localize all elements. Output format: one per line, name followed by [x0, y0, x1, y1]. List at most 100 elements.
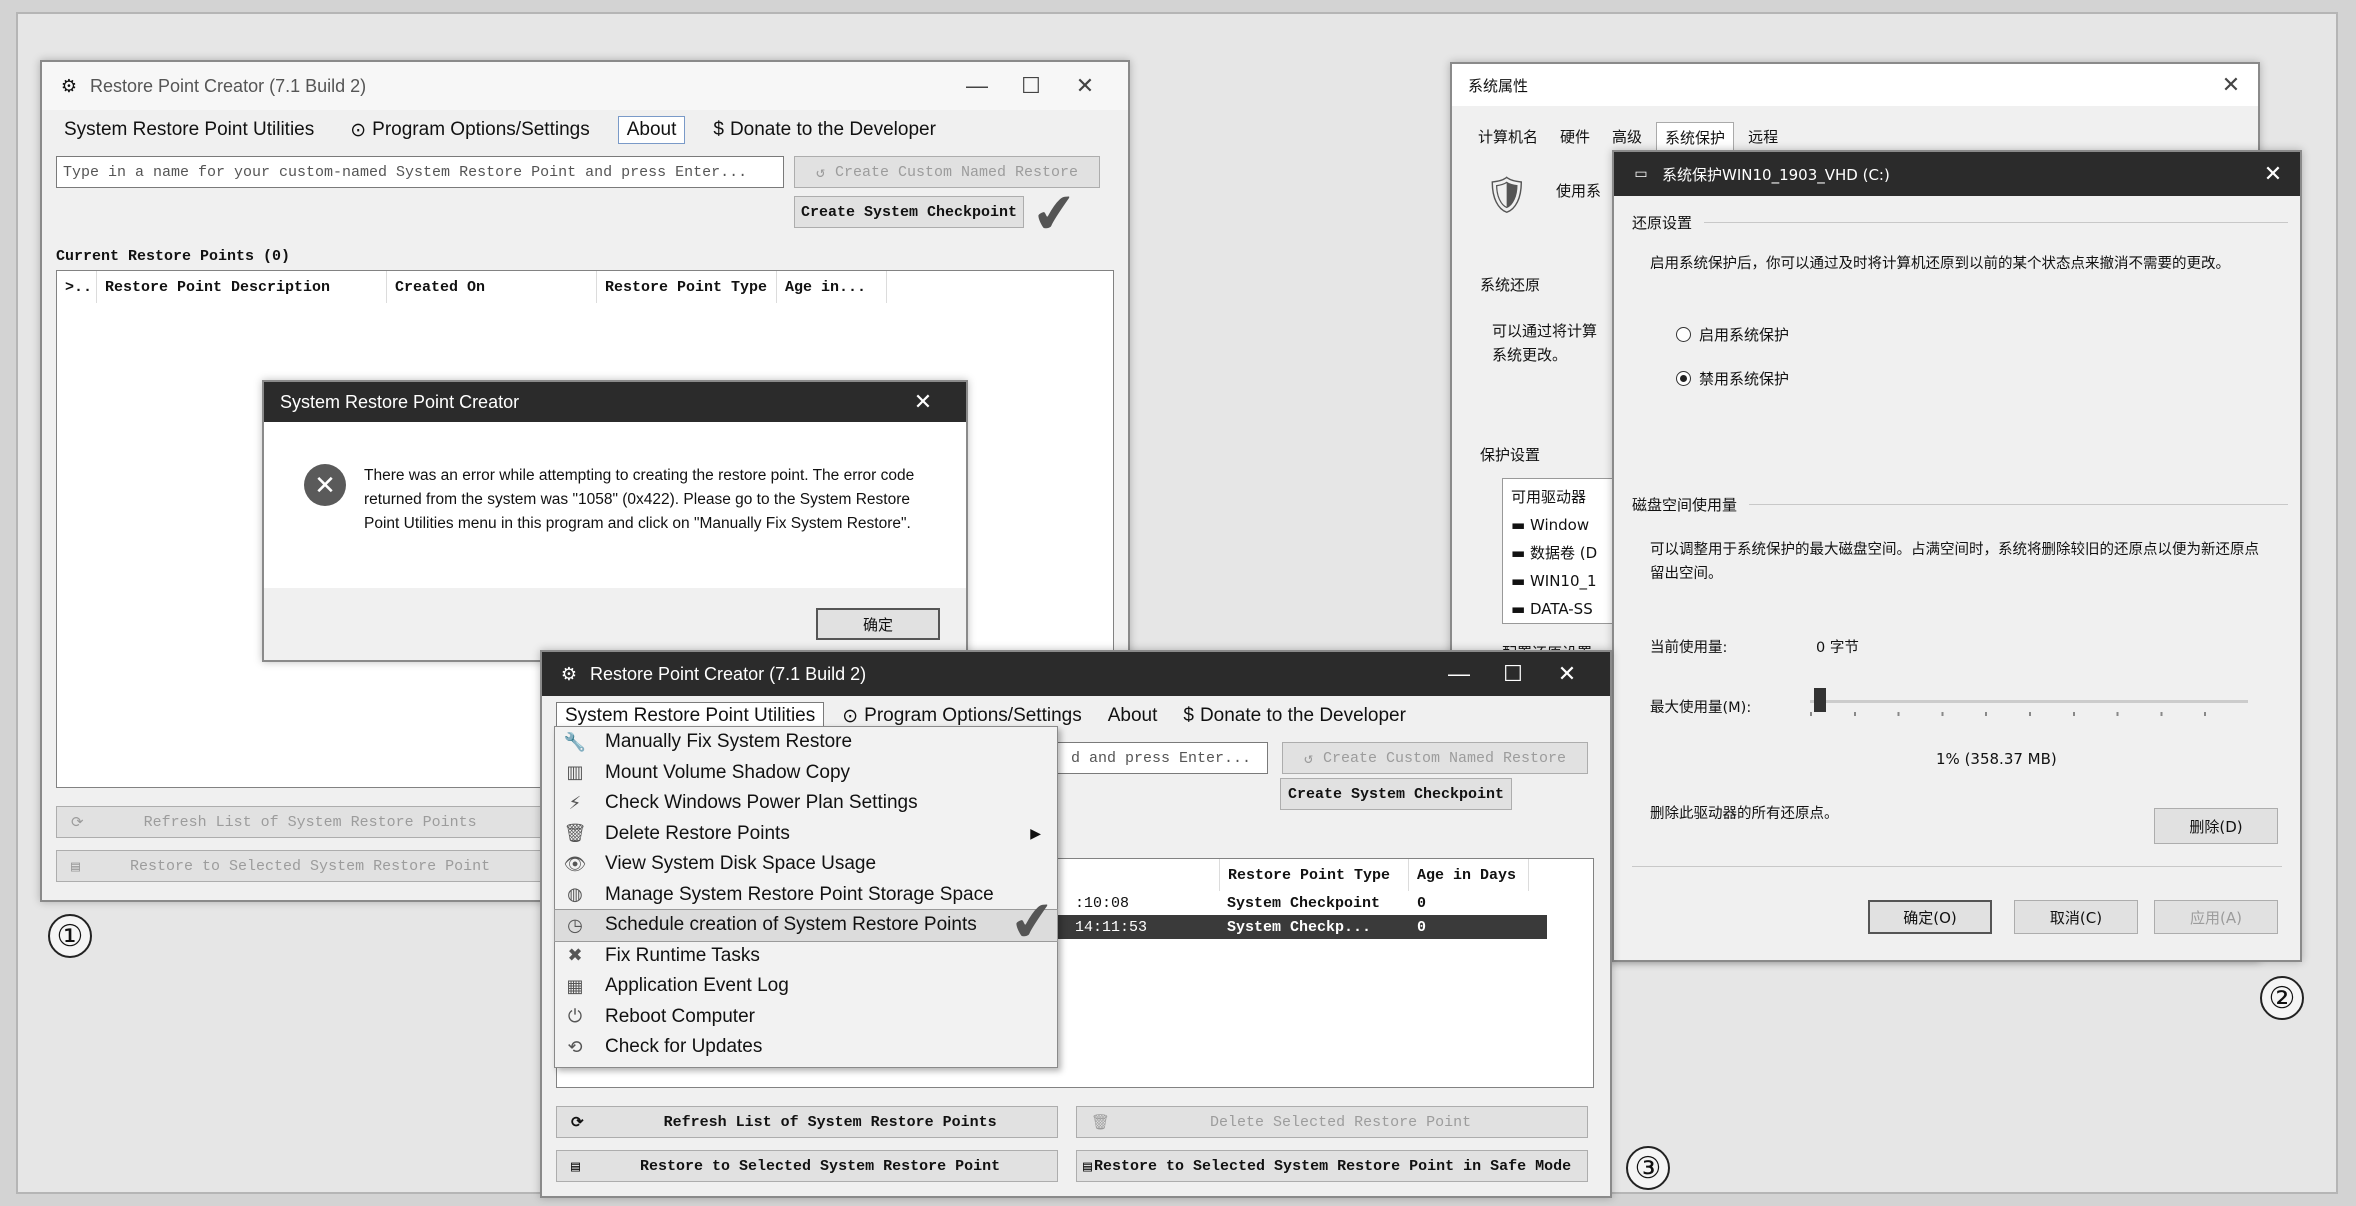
col-type[interactable]: Restore Point Type: [1219, 859, 1409, 891]
tab-remote[interactable]: 远程: [1740, 122, 1786, 152]
dialog-close-icon[interactable]: ✕: [896, 389, 950, 415]
trash-icon: 🗑: [563, 823, 587, 844]
tab-hardware[interactable]: 硬件: [1552, 122, 1598, 152]
menu-options[interactable]: ⊙ Program Options/Settings: [342, 117, 597, 144]
delete-button[interactable]: 删除(D): [2154, 808, 2278, 844]
win2-close-icon[interactable]: ✕: [2204, 73, 2258, 98]
menu-item-runtime-tasks[interactable]: ✖ Fix Runtime Tasks: [555, 941, 1057, 972]
refresh-label: Refresh List of System Restore Points: [663, 1113, 997, 1131]
menu-item-storage-space[interactable]: ◍ Manage System Restore Point Storage Spa…: [555, 880, 1057, 911]
radio-enable-label: 启用系统保护: [1699, 326, 1790, 344]
col-expand[interactable]: >..: [57, 271, 97, 303]
menu-item-event-log[interactable]: ▦ Application Event Log: [555, 971, 1057, 1002]
menu-donate[interactable]: $ Donate to the Developer: [705, 117, 944, 143]
col-description[interactable]: Restore Point Description: [97, 271, 387, 303]
menu-about[interactable]: About: [1100, 703, 1166, 729]
create-checkpoint-button[interactable]: Create System Checkpoint: [1280, 778, 1512, 810]
slider-thumb[interactable]: [1814, 688, 1827, 712]
row-type: System Checkp...: [1227, 918, 1372, 936]
restore-desc-1: 可以通过将计算: [1492, 322, 1598, 340]
menu-about[interactable]: About: [617, 116, 686, 144]
radio-disable-label: 禁用系统保护: [1699, 370, 1790, 388]
max-usage-slider[interactable]: [1810, 686, 2248, 716]
maximize-icon[interactable]: ☐: [1486, 661, 1540, 687]
cancel-button[interactable]: 取消(C): [2014, 900, 2138, 934]
drive-icon: ▬: [1511, 516, 1530, 534]
ok-button[interactable]: 确定(O): [1868, 900, 1992, 934]
menu-item-label: Manage System Restore Point Storage Spac…: [605, 883, 994, 905]
apply-button[interactable]: 应用(A): [2154, 900, 2278, 934]
checkmark-icon: ✔: [1007, 889, 1059, 955]
restore-selected-button[interactable]: ▤ Restore to Selected System Restore Poin…: [556, 1150, 1058, 1182]
menu-item-schedule[interactable]: ◷ Schedule creation of System Restore Poi…: [554, 909, 1058, 942]
win1-list-header: >.. Restore Point Description Created On…: [57, 271, 1113, 303]
restore-list-icon: ▤: [1083, 1158, 1093, 1176]
menu-item-mount-shadow[interactable]: ▥ Mount Volume Shadow Copy: [555, 758, 1057, 789]
win2b-title: 系统保护WIN10_1903_VHD (C:): [1662, 165, 1890, 184]
max-usage-label: 最大使用量(M):: [1650, 700, 1752, 716]
win2b-close-icon[interactable]: ✕: [2246, 162, 2300, 187]
dollar-icon: $: [1183, 705, 1194, 726]
restore-settings-label: 还原设置: [1632, 214, 1693, 232]
win1-titlebar[interactable]: ⚙ Restore Point Creator (7.1 Build 2) — …: [42, 62, 1128, 110]
win2b-titlebar[interactable]: ▭ 系统保护WIN10_1903_VHD (C:) ✕: [1614, 152, 2300, 196]
menu-item-label: View System Disk Space Usage: [605, 853, 877, 875]
dialog-title: System Restore Point Creator: [280, 391, 520, 412]
restore-desc-2: 系统更改。: [1492, 346, 1568, 364]
maximize-icon[interactable]: ☐: [1004, 73, 1058, 99]
menu-item-label: Delete Restore Points: [605, 822, 790, 844]
row-age: 0: [1417, 894, 1427, 912]
row-type: System Checkpoint: [1227, 894, 1381, 912]
menu-item-manually-fix[interactable]: 🔧 Manually Fix System Restore: [555, 727, 1057, 758]
menu-utilities[interactable]: System Restore Point Utilities: [56, 117, 322, 143]
col-type[interactable]: Restore Point Type: [597, 271, 777, 303]
restore-safe-mode-button[interactable]: ▤ Restore to Selected System Restore Poin…: [1076, 1150, 1588, 1182]
refresh-list-button[interactable]: ⟳ Refresh List of System Restore Points: [556, 1106, 1058, 1138]
row-time: 14:11:53: [1075, 918, 1148, 936]
radio-enable[interactable]: 启用系统保护: [1676, 324, 1789, 345]
app-icon: ⚙: [60, 75, 78, 96]
tab-system-protection[interactable]: 系统保护: [1656, 122, 1735, 152]
menu-item-check-updates[interactable]: ⟲ Check for Updates: [555, 1032, 1057, 1063]
trash-icon: 🗑: [1091, 1114, 1111, 1132]
col-created[interactable]: Created On: [387, 271, 597, 303]
minimize-icon[interactable]: —: [950, 73, 1004, 99]
refresh-list-button[interactable]: ⟳ Refresh List of System Restore Points: [56, 806, 556, 838]
create-custom-restore-button[interactable]: ↺ Create Custom Named Restore: [1282, 742, 1588, 774]
restore-icon: ↺: [1303, 750, 1313, 768]
custom-name-input[interactable]: Type in a name for your custom-named Sys…: [56, 156, 784, 188]
create-checkpoint-button[interactable]: Create System Checkpoint: [794, 196, 1024, 228]
label-three: ③: [1626, 1146, 1670, 1190]
dialog-titlebar[interactable]: System Restore Point Creator ✕: [264, 382, 966, 422]
menu-item-label: Manually Fix System Restore: [605, 731, 853, 753]
drive-title-icon: ▭: [1634, 166, 1648, 182]
menu-item-delete-restore[interactable]: 🗑 Delete Restore Points ▶: [555, 819, 1057, 850]
restore-settings-desc: 启用系统保护后，你可以通过及时将计算机还原到以前的某个状态点来撤消不需要的更改。: [1650, 256, 2230, 272]
table-row-selected[interactable]: 14:11:53 System Checkp... 0: [1057, 915, 1547, 939]
menu-donate[interactable]: $ Donate to the Developer: [1175, 703, 1414, 729]
menu-options-label: Program Options/Settings: [372, 119, 590, 140]
col-age[interactable]: Age in Days: [1409, 859, 1529, 891]
tab-computer-name[interactable]: 计算机名: [1470, 122, 1546, 152]
eye-icon: 👁: [563, 853, 587, 874]
win3-titlebar[interactable]: ⚙ Restore Point Creator (7.1 Build 2) — …: [542, 652, 1610, 696]
menu-item-power-plan[interactable]: ⚡ Check Windows Power Plan Settings: [555, 788, 1057, 819]
footer-divider: [1632, 866, 2282, 867]
radio-disable[interactable]: 禁用系统保护: [1676, 368, 1789, 389]
dialog-ok-button[interactable]: 确定: [816, 608, 940, 640]
menu-item-disk-usage[interactable]: 👁 View System Disk Space Usage: [555, 849, 1057, 880]
col-age[interactable]: Age in...: [777, 271, 887, 303]
delete-desc: 删除此驱动器的所有还原点。: [1650, 806, 1839, 822]
restore-settings-header: 还原设置: [1632, 212, 2288, 233]
restore-list-icon: ▤: [71, 858, 81, 876]
close-icon[interactable]: ✕: [1540, 661, 1594, 687]
tab-advanced[interactable]: 高级: [1604, 122, 1650, 152]
close-icon[interactable]: ✕: [1058, 73, 1112, 99]
label-one: ①: [48, 914, 92, 958]
win2-titlebar[interactable]: 系统属性 ✕: [1452, 64, 2258, 106]
menu-item-label: Check Windows Power Plan Settings: [605, 792, 918, 814]
restore-selected-button[interactable]: ▤ Restore to Selected System Restore Poin…: [56, 850, 556, 882]
minimize-icon[interactable]: —: [1432, 661, 1486, 687]
menu-item-reboot[interactable]: ⏻ Reboot Computer: [555, 1002, 1057, 1033]
delete-selected-button[interactable]: 🗑 Delete Selected Restore Point: [1076, 1106, 1588, 1138]
